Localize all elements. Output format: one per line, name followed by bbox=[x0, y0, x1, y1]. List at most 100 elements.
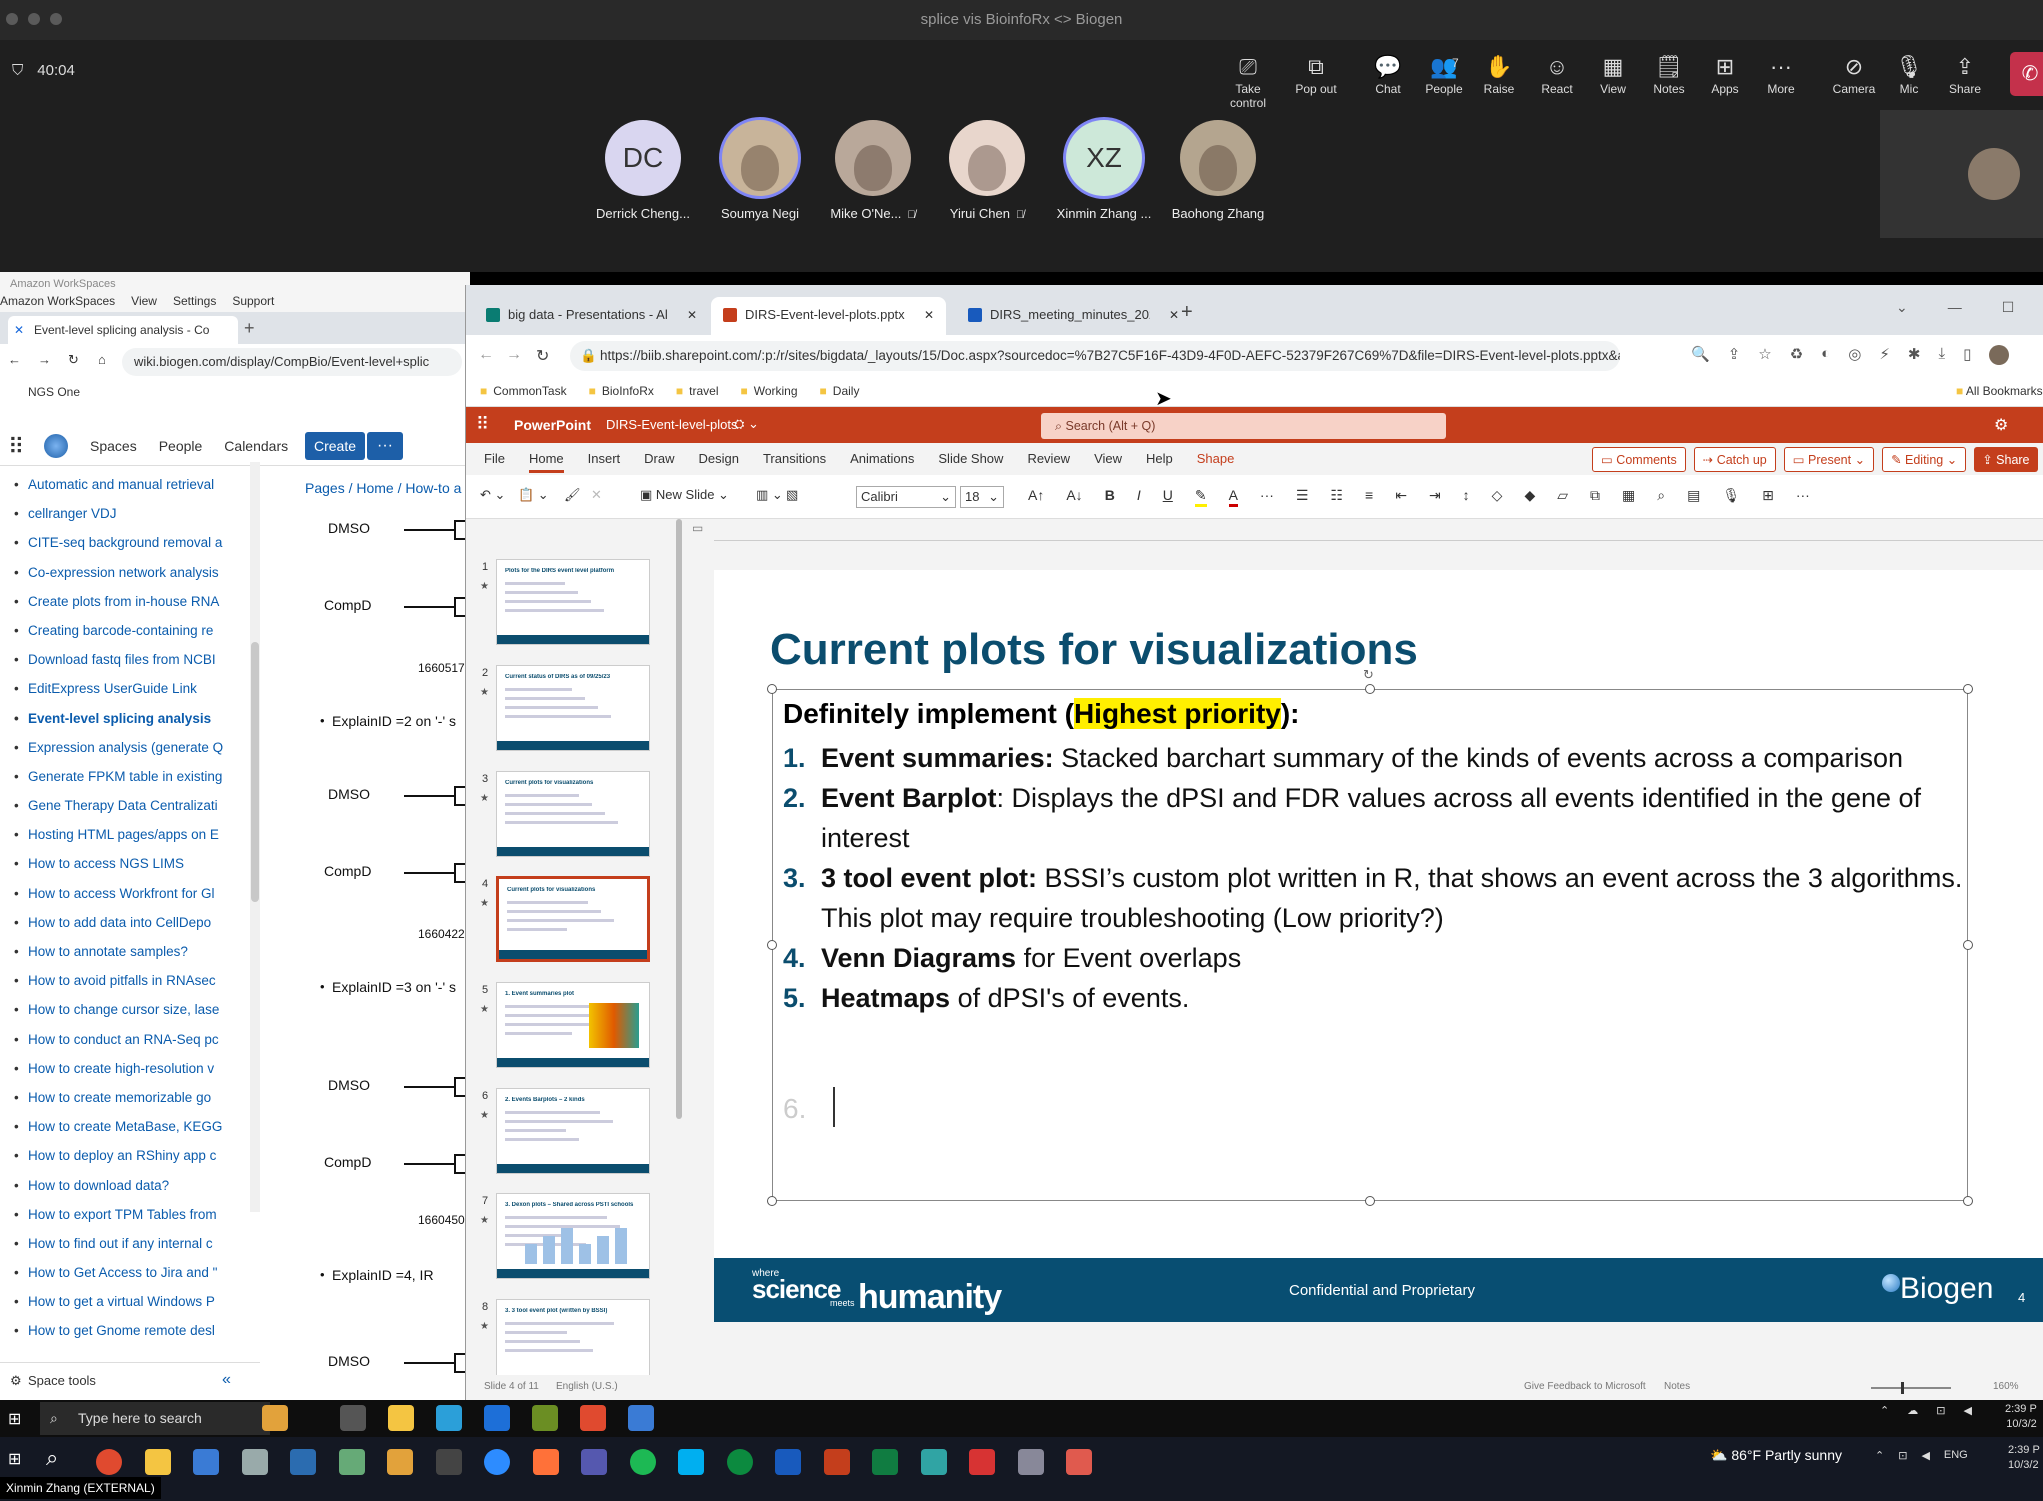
sidebar-item[interactable]: How to access NGS LIMS bbox=[0, 849, 270, 878]
find-icon[interactable]: ⌕ bbox=[1657, 487, 1665, 507]
arrange-icon[interactable]: ⧉ bbox=[1590, 487, 1600, 507]
apps-button[interactable]: ⊞ Apps bbox=[1696, 52, 1754, 96]
notes-button[interactable]: Notes bbox=[1664, 1381, 1690, 1392]
slide-canvas[interactable]: Current plots for visualizations Definit… bbox=[714, 570, 2043, 1322]
terminal-icon[interactable] bbox=[435, 1449, 462, 1475]
slide-thumbnail[interactable]: 3. Dexon plots – Shared across PSTI scho… bbox=[496, 1193, 650, 1280]
react-button[interactable]: ☺ React bbox=[1528, 52, 1586, 96]
forward-icon[interactable]: → bbox=[38, 352, 51, 367]
browser-tab[interactable]: DIRS_meeting_minutes_2023.do✕ bbox=[956, 297, 1191, 335]
app-icon[interactable] bbox=[920, 1449, 947, 1475]
ribbon-tab-review[interactable]: Review bbox=[1027, 451, 1070, 473]
search-field[interactable]: ⌕ Type here to search bbox=[40, 1402, 270, 1435]
notes-button[interactable]: 🗒 Notes bbox=[1640, 52, 1698, 96]
reload-icon[interactable]: ↻ bbox=[68, 352, 79, 368]
file-explorer-icon[interactable] bbox=[388, 1405, 414, 1431]
package-icon[interactable] bbox=[1066, 1449, 1092, 1475]
resize-handle[interactable] bbox=[1365, 684, 1375, 694]
star-icon[interactable]: ☆ bbox=[1758, 345, 1771, 365]
remote-desktop-icon[interactable] bbox=[193, 1449, 219, 1475]
ruler-toggle-icon[interactable]: ▭ bbox=[692, 521, 703, 535]
list-item[interactable]: 1. Event summaries: Stacked barchart summ… bbox=[783, 738, 1963, 778]
bookmark-daily[interactable]: ■ Daily bbox=[820, 384, 860, 398]
shape-fill-icon[interactable]: ◆ bbox=[1524, 487, 1535, 507]
browser-icon[interactable] bbox=[628, 1405, 654, 1431]
onedrive-icon[interactable]: ☁ bbox=[1907, 1404, 1918, 1417]
weather-widget[interactable]: ⛅ 86°F Partly sunny bbox=[1710, 1447, 1842, 1464]
more-options-icon[interactable]: ··· bbox=[1796, 487, 1810, 507]
layout-icon[interactable]: ▥ ⌄ bbox=[756, 487, 783, 503]
list-item[interactable]: 4. Venn Diagrams for Event overlaps bbox=[783, 938, 1963, 978]
window-controls[interactable] bbox=[6, 13, 62, 25]
ribbon-tab-design[interactable]: Design bbox=[699, 451, 739, 473]
list-item[interactable]: 5. Heatmaps of dPSI's of events. bbox=[783, 978, 1963, 1018]
shapes-icon[interactable]: ◇ bbox=[1492, 487, 1503, 507]
excel-icon[interactable] bbox=[872, 1449, 898, 1475]
shape-outline-icon[interactable]: ▱ bbox=[1557, 487, 1568, 507]
camera-button[interactable]: ⊘ Camera bbox=[1825, 52, 1883, 96]
close-tab-icon[interactable]: ✕ bbox=[924, 297, 934, 333]
more-font-icon[interactable]: ··· bbox=[1260, 487, 1274, 507]
list-item[interactable]: 2. Event Barplot: Displays the dPSI and F… bbox=[783, 778, 1963, 858]
share-button[interactable]: ⇪ Share bbox=[1974, 447, 2038, 472]
sidebar-item[interactable]: How to create high-resolution v bbox=[0, 1054, 270, 1083]
zoom-icon[interactable]: 🔍 bbox=[1691, 345, 1710, 365]
file-explorer-icon[interactable] bbox=[144, 1449, 171, 1475]
file-name[interactable]: DIRS-Event-level-plots bbox=[606, 417, 738, 432]
increase-indent-icon[interactable]: ⇥ bbox=[1429, 487, 1441, 507]
menu-view[interactable]: View bbox=[131, 294, 157, 308]
acrobat-icon[interactable] bbox=[969, 1449, 995, 1475]
browser-tab[interactable]: DIRS-Event-level-plots.pptx ✕ bbox=[711, 297, 946, 335]
close-tab-icon[interactable]: ✕ bbox=[1169, 297, 1179, 333]
search-icon[interactable]: ⌕ bbox=[46, 1445, 58, 1471]
slide-thumbnail[interactable]: 1. Event summaries plot bbox=[496, 981, 650, 1068]
settings-icon[interactable]: ⚙ bbox=[1994, 415, 2008, 435]
zoom-icon[interactable] bbox=[484, 1449, 510, 1475]
rotate-handle-icon[interactable]: ↻ bbox=[1363, 667, 1374, 683]
powerpoint-icon[interactable] bbox=[823, 1449, 850, 1475]
volume-icon[interactable]: ◀ bbox=[1963, 1404, 1971, 1417]
volume-icon[interactable]: ◀ bbox=[1921, 1449, 1929, 1462]
nav-spaces[interactable]: Spaces bbox=[90, 438, 137, 454]
sidebar-item[interactable]: How to avoid pitfalls in RNAsec bbox=[0, 966, 270, 995]
close-tab-icon[interactable]: ✕ bbox=[687, 297, 697, 333]
new-slide-button[interactable]: ▣ New Slide ⌄ bbox=[640, 487, 729, 503]
autosave-icon[interactable]: ⛭ ⌄ bbox=[734, 416, 759, 432]
undo-icon[interactable]: ↶ ⌄ bbox=[480, 487, 505, 503]
dictate-icon[interactable]: 🎙 bbox=[1722, 487, 1740, 507]
take-control-button[interactable]: ⎚ Take control bbox=[1219, 52, 1277, 110]
slide-thumbnail[interactable]: Current plots for visualizations bbox=[496, 876, 650, 963]
teams-icon[interactable] bbox=[290, 1449, 316, 1475]
sidebar-item[interactable]: How to conduct an RNA-Seq pc bbox=[0, 1025, 270, 1054]
profile-avatar[interactable] bbox=[1989, 345, 2010, 365]
extension-icon[interactable]: ⚡ bbox=[1879, 345, 1890, 365]
clock-date[interactable]: 10/3/2 bbox=[2008, 1458, 2040, 1473]
reload-icon[interactable]: ↻ bbox=[536, 346, 549, 366]
paste-icon[interactable]: 📋 ⌄ bbox=[518, 487, 549, 503]
ribbon-tab-help[interactable]: Help bbox=[1146, 451, 1173, 473]
bold-icon[interactable]: B bbox=[1105, 487, 1115, 507]
sidebar-item[interactable]: How to annotate samples? bbox=[0, 937, 270, 966]
network-icon[interactable]: ⊡ bbox=[1898, 1449, 1907, 1462]
gear-icon[interactable]: ⚙ bbox=[10, 1373, 22, 1389]
bookmark-working[interactable]: ■ Working bbox=[740, 384, 797, 398]
app-launcher-icon[interactable]: ⠿ bbox=[476, 414, 489, 435]
catch-up-button[interactable]: ⇢ Catch up bbox=[1693, 447, 1776, 472]
folder-icon[interactable] bbox=[387, 1449, 413, 1475]
menu-support[interactable]: Support bbox=[232, 294, 274, 308]
raise-button[interactable]: ✋ Raise bbox=[1470, 52, 1528, 96]
extension-icon[interactable]: ◎ bbox=[1848, 345, 1861, 365]
participant-tile[interactable]: Baohong Zhang bbox=[1148, 120, 1288, 221]
sidebar-item[interactable]: Gene Therapy Data Centralizati bbox=[0, 791, 270, 820]
grow-font-icon[interactable]: A↑ bbox=[1028, 487, 1044, 507]
thumb-scrollbar[interactable] bbox=[676, 519, 682, 1119]
align-icon[interactable]: ≡ bbox=[1365, 487, 1373, 507]
font-select[interactable]: Calibri ⌄ bbox=[856, 486, 956, 508]
app-grid-icon[interactable]: ⠿ bbox=[8, 434, 24, 460]
clear-icon[interactable]: ✕ bbox=[591, 487, 602, 503]
network-icon[interactable] bbox=[241, 1449, 268, 1475]
edge-icon[interactable] bbox=[484, 1405, 510, 1431]
slide-title[interactable]: Current plots for visualizations bbox=[770, 625, 1418, 675]
sidebar-item[interactable]: How to change cursor size, lase bbox=[0, 995, 270, 1024]
editing-mode-button[interactable]: ✎ Editing ⌄ bbox=[1882, 447, 1967, 472]
